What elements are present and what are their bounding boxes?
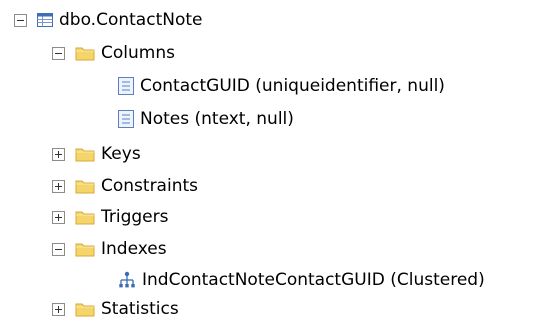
column-icon bbox=[118, 77, 134, 95]
tree-node-label: Notes (ntext, null) bbox=[140, 109, 294, 129]
tree-node-keys-folder[interactable]: Keys bbox=[52, 139, 141, 169]
index-icon bbox=[118, 271, 136, 289]
tree-node-triggers-folder[interactable]: Triggers bbox=[52, 202, 169, 232]
expand-toggle-icon[interactable] bbox=[52, 147, 65, 161]
folder-icon bbox=[75, 146, 95, 162]
tree-node-label: Indexes bbox=[101, 239, 167, 259]
folder-icon bbox=[75, 209, 95, 225]
tree-node-label: dbo.ContactNote bbox=[59, 10, 203, 30]
tree-node-column-contactguid[interactable]: ContactGUID (uniqueidentifier, null) bbox=[118, 71, 445, 101]
folder-icon bbox=[75, 301, 95, 317]
tree-node-label: ContactGUID (uniqueidentifier, null) bbox=[140, 76, 445, 96]
collapse-toggle-icon[interactable] bbox=[14, 13, 27, 27]
tree-node-label: Statistics bbox=[101, 299, 179, 319]
table-icon bbox=[37, 13, 53, 27]
folder-icon bbox=[75, 178, 95, 194]
tree-node-columns-folder[interactable]: Columns bbox=[52, 38, 175, 68]
tree-node-label: Keys bbox=[101, 144, 141, 164]
tree-node-index[interactable]: IndContactNoteContactGUID (Clustered) bbox=[118, 265, 485, 295]
tree-node-column-notes[interactable]: Notes (ntext, null) bbox=[118, 104, 294, 134]
expand-toggle-icon[interactable] bbox=[52, 302, 65, 316]
collapse-toggle-icon[interactable] bbox=[52, 46, 65, 60]
folder-icon bbox=[75, 241, 95, 257]
expand-toggle-icon[interactable] bbox=[52, 210, 65, 224]
tree-node-statistics-folder[interactable]: Statistics bbox=[52, 294, 179, 324]
tree-node-label: Triggers bbox=[101, 207, 169, 227]
tree-node-label: Columns bbox=[101, 43, 175, 63]
folder-icon bbox=[75, 45, 95, 61]
collapse-toggle-icon[interactable] bbox=[52, 242, 65, 256]
expand-toggle-icon[interactable] bbox=[52, 179, 65, 193]
tree-node-constraints-folder[interactable]: Constraints bbox=[52, 171, 198, 201]
column-icon bbox=[118, 110, 134, 128]
tree-node-indexes-folder[interactable]: Indexes bbox=[52, 234, 167, 264]
tree-node-table[interactable]: dbo.ContactNote bbox=[14, 5, 202, 35]
object-explorer-tree: dbo.ContactNote Columns ContactGUID (uni… bbox=[0, 0, 552, 327]
tree-node-label: Constraints bbox=[101, 176, 198, 196]
tree-node-label: IndContactNoteContactGUID (Clustered) bbox=[142, 270, 485, 290]
